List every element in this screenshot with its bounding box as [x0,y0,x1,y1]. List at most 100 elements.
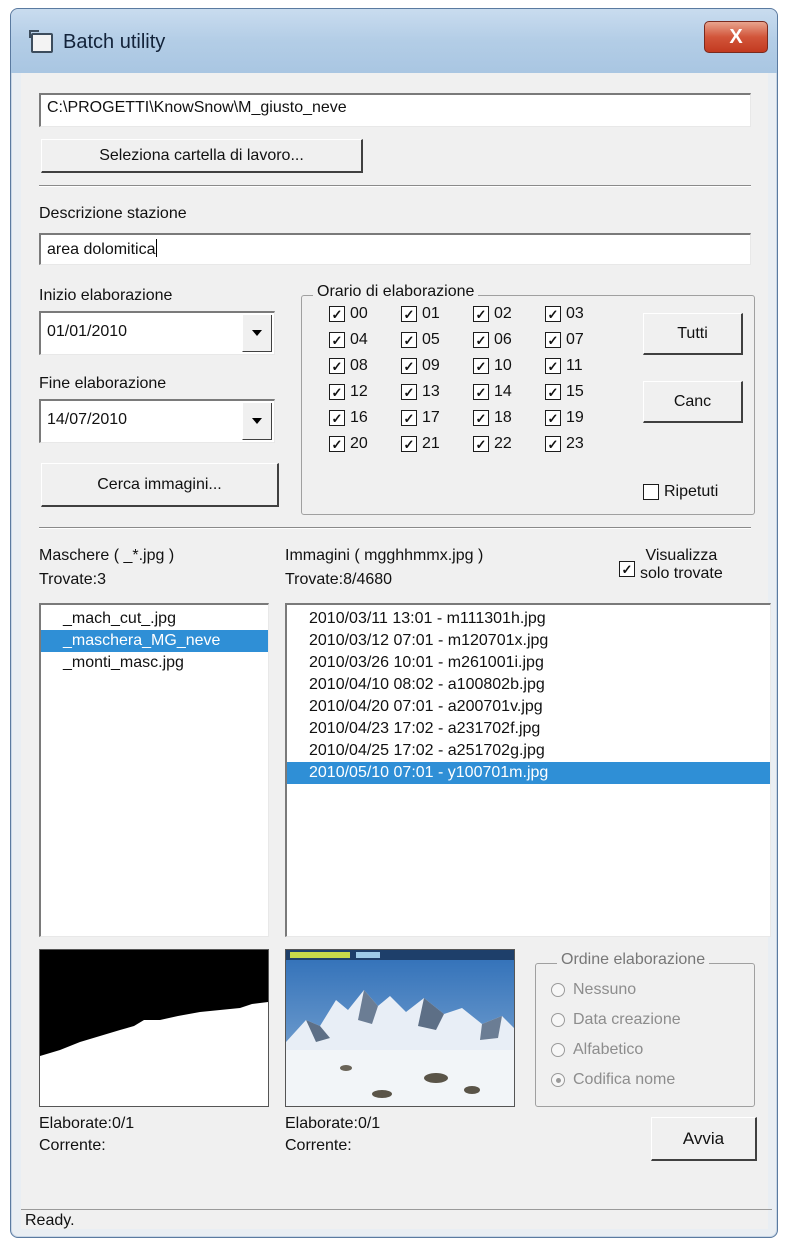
masks-processed-count: Elaborate:0/1 [39,1115,135,1132]
checkmark-icon: ✓ [619,561,635,577]
order-option-radio[interactable]: Alfabetico [551,1041,643,1059]
title-bar[interactable]: Batch utility X [11,9,777,73]
order-option-label: Alfabetico [573,1041,644,1058]
hour-label: 07 [566,331,584,348]
radio-icon [551,1073,565,1087]
show-only-found-checkbox[interactable]: ✓ Visualizza solo trovate [619,547,723,583]
hour-checkbox-18[interactable]: ✓ 18 [473,409,512,427]
window-title: Batch utility [63,31,166,53]
checkmark-icon: ✓ [473,384,489,400]
checkmark-icon: ✓ [329,410,345,426]
select-all-hours-button[interactable]: Tutti [643,313,743,355]
hour-checkbox-23[interactable]: ✓ 23 [545,435,584,453]
text-caret [155,239,157,257]
hour-label: 23 [566,435,584,452]
images-listbox[interactable]: 2010/03/11 13:01 - m111301h.jpg 2010/03/1… [285,603,771,937]
search-images-button[interactable]: Cerca immagini... [41,463,279,507]
masks-listbox[interactable]: _mach_cut_.jpg _maschera_MG_neve _monti_ma… [39,603,269,937]
repeat-checkbox[interactable]: Ripetuti [643,483,718,501]
mask-list-item[interactable]: _mach_cut_.jpg [41,608,268,630]
checkbox-empty-icon [643,484,659,500]
checkmark-icon: ✓ [545,436,561,452]
select-workdir-button[interactable]: Seleziona cartella di lavoro... [41,139,363,173]
image-list-item[interactable]: 2010/04/23 17:02 - a231702f.jpg [287,718,770,740]
checkmark-icon: ✓ [545,332,561,348]
image-list-item[interactable]: 2010/04/25 17:02 - a251702g.jpg [287,740,770,762]
masks-current-label: Corrente: [39,1137,106,1154]
checkmark-icon: ✓ [329,384,345,400]
checkmark-icon: ✓ [401,410,417,426]
image-list-item[interactable]: 2010/04/10 08:02 - a100802b.jpg [287,674,770,696]
hour-checkbox-15[interactable]: ✓ 15 [545,383,584,401]
hour-checkbox-19[interactable]: ✓ 19 [545,409,584,427]
order-option-radio[interactable]: Data creazione [551,1011,681,1029]
hour-checkbox-09[interactable]: ✓ 09 [401,357,440,375]
order-option-radio[interactable]: Nessuno [551,981,636,999]
repeat-label: Ripetuti [664,483,719,500]
run-button[interactable]: Avvia [651,1117,757,1161]
hour-checkbox-00[interactable]: ✓ 00 [329,305,368,323]
checkmark-icon: ✓ [473,332,489,348]
hour-checkbox-04[interactable]: ✓ 04 [329,331,368,349]
image-list-item[interactable]: 2010/05/10 07:01 - y100701m.jpg [287,762,770,784]
checkmark-icon: ✓ [329,358,345,374]
hour-label: 01 [422,305,440,322]
image-list-item[interactable]: 2010/04/20 07:01 - a200701v.jpg [287,696,770,718]
checkmark-icon: ✓ [401,358,417,374]
masks-list-items: _mach_cut_.jpg _maschera_MG_neve _monti_ma… [41,608,268,674]
order-option-label: Codifica nome [573,1071,676,1088]
hour-label: 04 [350,331,368,348]
end-date-dropdown-arrow[interactable] [242,403,272,440]
hour-checkbox-14[interactable]: ✓ 14 [473,383,512,401]
hour-label: 21 [422,435,440,452]
mask-list-item[interactable]: _monti_masc.jpg [41,652,268,674]
hour-checkbox-20[interactable]: ✓ 20 [329,435,368,453]
start-date-combo[interactable]: 01/01/2010 [39,311,275,355]
end-date-combo[interactable]: 14/07/2010 [39,399,275,443]
hour-checkbox-06[interactable]: ✓ 06 [473,331,512,349]
hour-checkbox-17[interactable]: ✓ 17 [401,409,440,427]
hour-checkbox-03[interactable]: ✓ 03 [545,305,584,323]
hour-checkbox-08[interactable]: ✓ 08 [329,357,368,375]
image-list-item[interactable]: 2010/03/12 07:01 - m120701x.jpg [287,630,770,652]
order-option-radio[interactable]: Codifica nome [551,1071,675,1089]
hour-checkbox-11[interactable]: ✓ 11 [545,357,583,375]
show-only-found-label: Visualizza solo trovate [640,547,723,583]
hour-label: 12 [350,383,368,400]
workdir-path-field[interactable]: C:\PROGETTI\KnowSnow\M_giusto_neve [39,93,751,127]
images-label: Immagini ( mgghhmmx.jpg ) [285,547,484,564]
hour-checkbox-07[interactable]: ✓ 07 [545,331,584,349]
hour-checkbox-12[interactable]: ✓ 12 [329,383,368,401]
hour-label: 00 [350,305,368,322]
clear-hours-button[interactable]: Canc [643,381,743,423]
image-list-item[interactable]: 2010/03/26 10:01 - m261001i.jpg [287,652,770,674]
station-description-field[interactable]: area dolomitica [39,233,751,265]
hour-checkbox-02[interactable]: ✓ 02 [473,305,512,323]
hour-checkbox-16[interactable]: ✓ 16 [329,409,368,427]
order-group-title: Ordine elaborazione [557,951,710,969]
hour-label: 06 [494,331,512,348]
hour-label: 08 [350,357,368,374]
mask-preview-image [39,949,269,1107]
radio-icon [551,983,565,997]
hour-checkbox-21[interactable]: ✓ 21 [401,435,440,453]
checkmark-icon: ✓ [473,358,489,374]
hour-label: 09 [422,357,440,374]
image-preview-photo [285,949,515,1107]
hour-label: 05 [422,331,440,348]
checkmark-icon: ✓ [545,384,561,400]
start-date-dropdown-arrow[interactable] [242,315,272,352]
mask-list-item[interactable]: _maschera_MG_neve [41,630,268,652]
hour-checkbox-01[interactable]: ✓ 01 [401,305,440,323]
hour-checkbox-13[interactable]: ✓ 13 [401,383,440,401]
mask-preview-graphic [40,950,268,1056]
checkmark-icon: ✓ [401,306,417,322]
close-button[interactable]: X [704,21,768,53]
hour-checkbox-10[interactable]: ✓ 10 [473,357,512,375]
hour-checkbox-22[interactable]: ✓ 22 [473,435,512,453]
checkmark-icon: ✓ [473,436,489,452]
hour-checkbox-05[interactable]: ✓ 05 [401,331,440,349]
separator [39,527,751,529]
image-list-item[interactable]: 2010/03/11 13:01 - m111301h.jpg [287,608,770,630]
station-label: Descrizione stazione [39,205,187,222]
